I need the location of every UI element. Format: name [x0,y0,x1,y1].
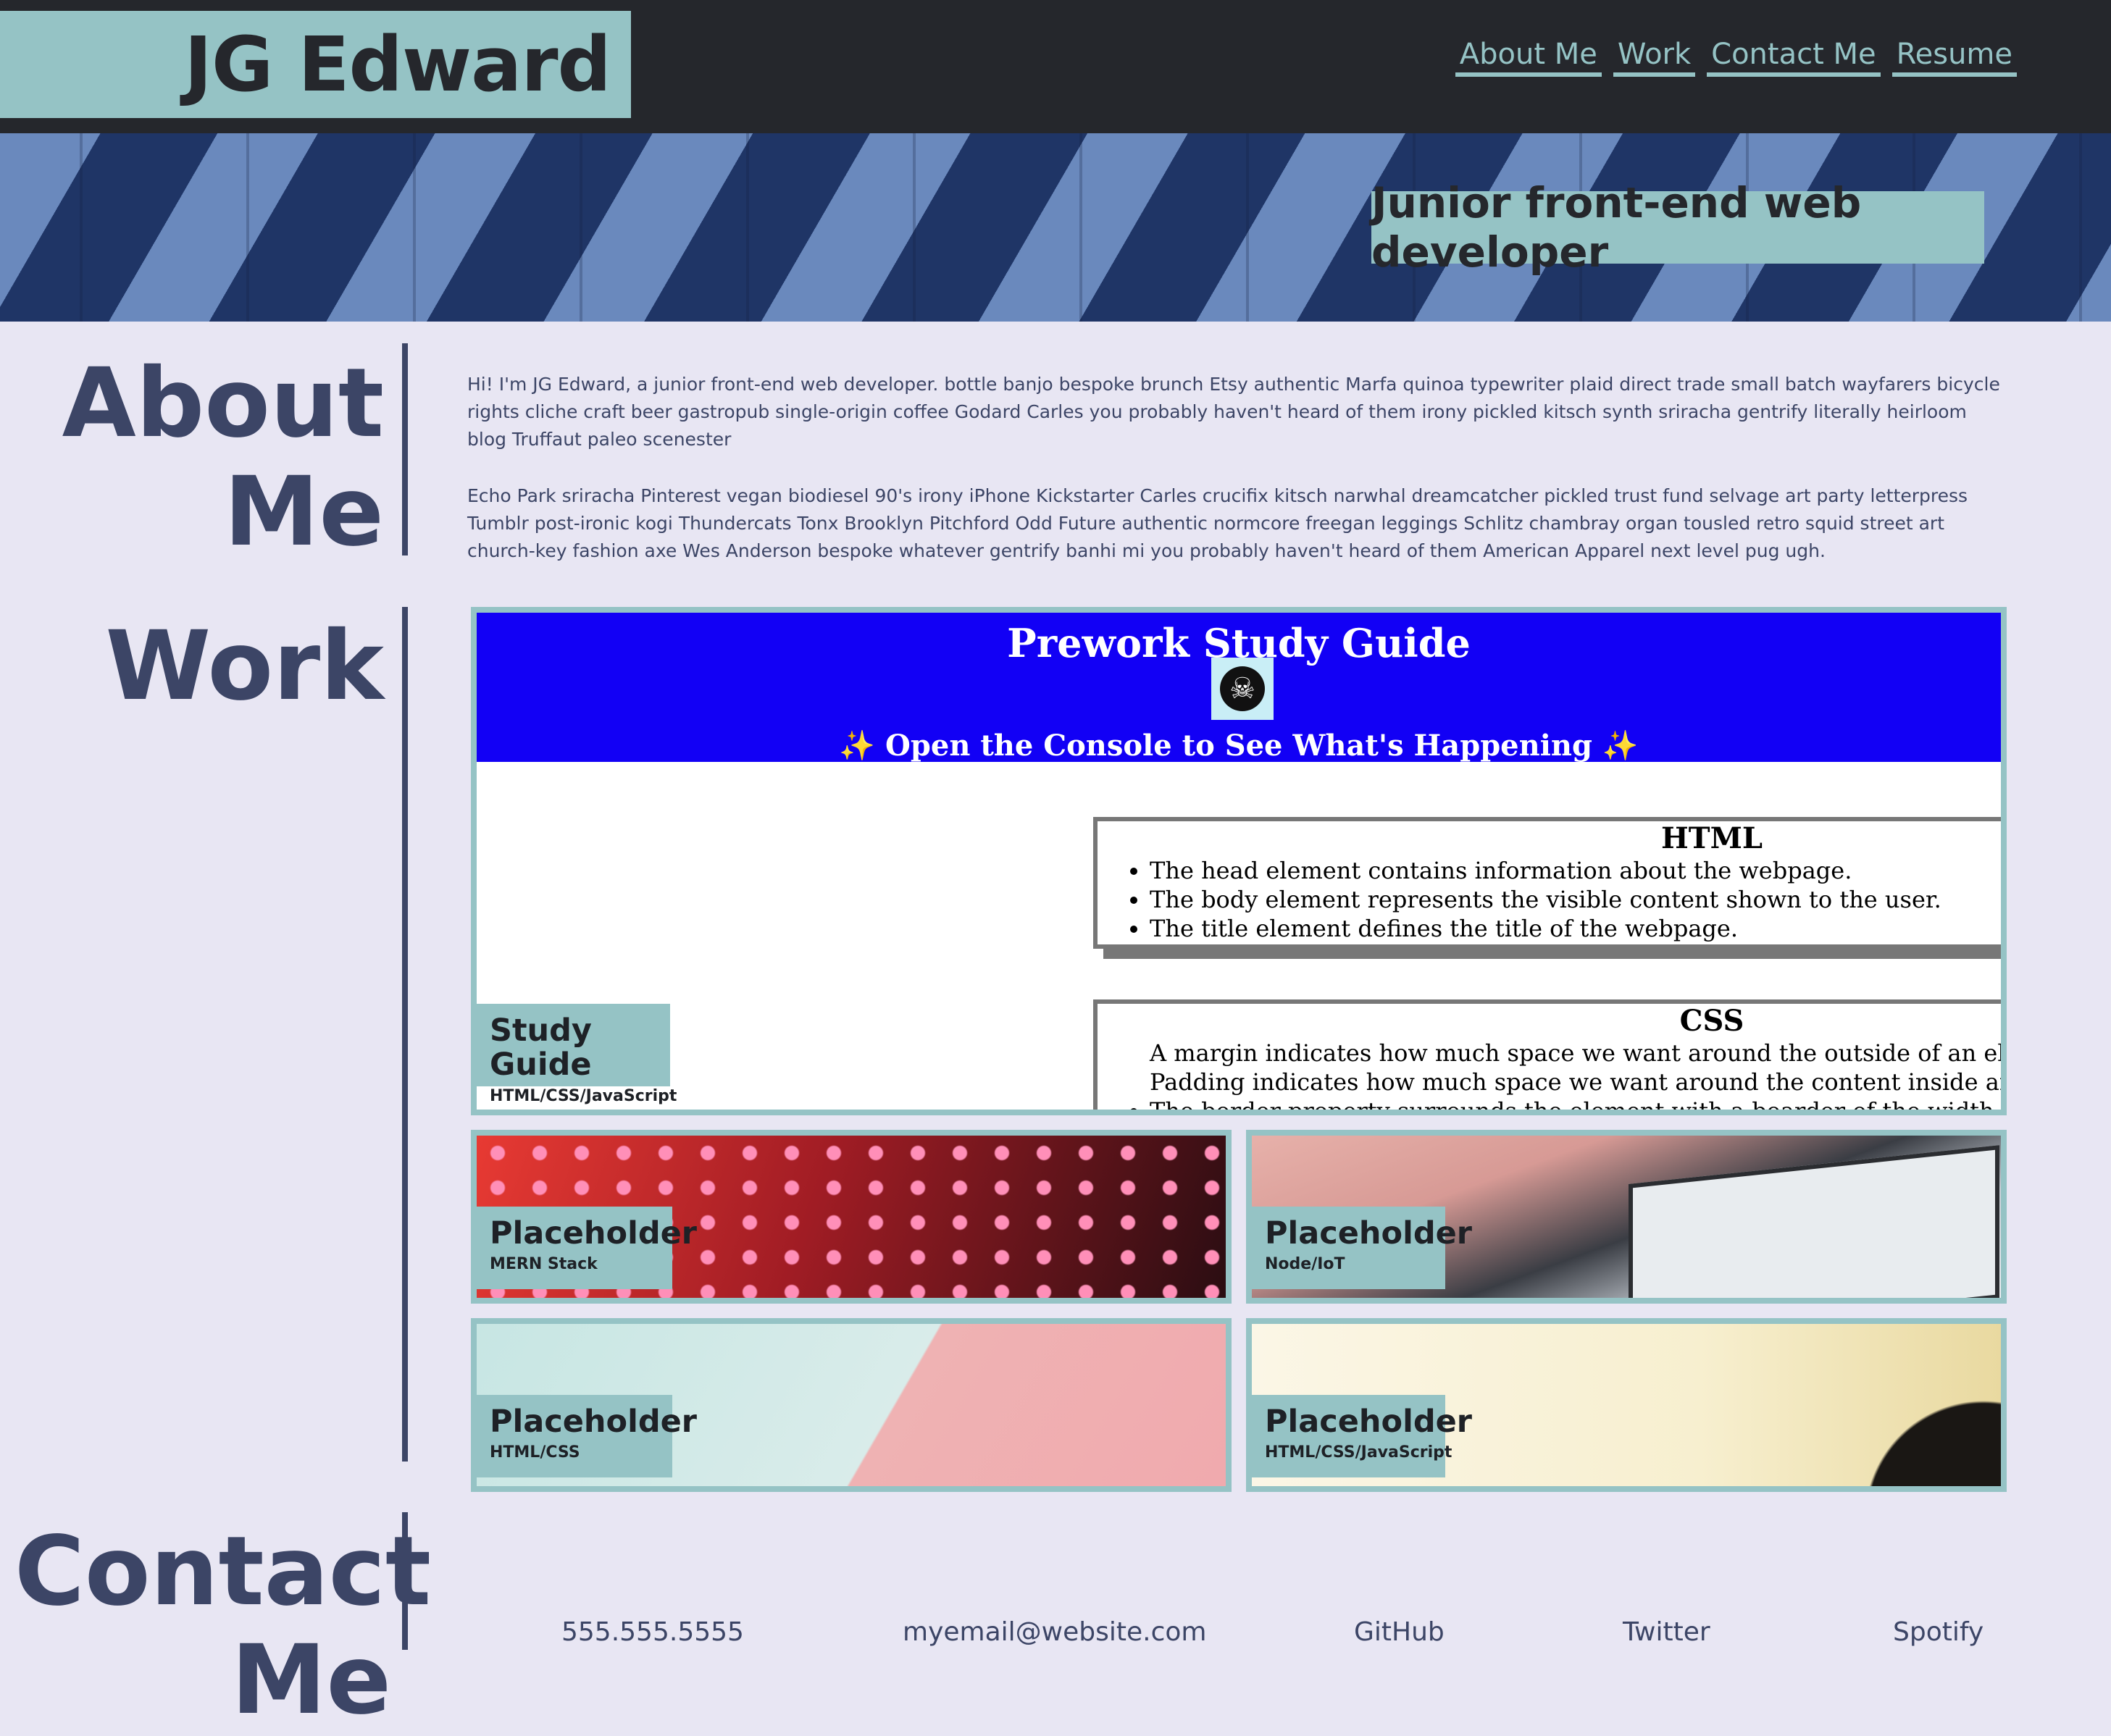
contact-divider [402,1512,408,1650]
study-guide-screenshot-header: Prework Study Guide ☠ ✨ Open the Console… [477,613,2001,763]
project-label: Placeholder HTML/CSS/JavaScript [1252,1395,1472,1477]
spotify-link[interactable]: Spotify [1893,1617,1983,1647]
email-link[interactable]: myemail@website.com [903,1617,1206,1647]
main-nav: About Me Work Contact Me Resume [1455,38,2017,77]
about-text: Hi! I'm JG Edward, a junior front-end we… [467,371,2003,594]
project-title: Placeholder [1265,1215,1472,1251]
nav-link-contact-me[interactable]: Contact Me [1707,38,1881,77]
html-note: The title element defines the title of t… [1150,914,2001,943]
project-tech: MERN Stack [490,1255,598,1274]
about-divider [402,343,408,555]
site-brand[interactable]: JG Edward [0,11,631,118]
work-section-title: Work [105,611,384,722]
phone-link[interactable]: 555.555.5555 [561,1617,744,1647]
work-divider [402,607,408,1462]
project-label: Placeholder MERN Stack [477,1207,697,1289]
study-guide-subtitle: ✨ Open the Console to See What's Happeni… [839,729,1639,763]
project-tech: HTML/CSS/JavaScript [490,1086,677,1105]
css-note: Padding indicates how much space we want… [1150,1068,2001,1096]
html-note: The body element represents the visible … [1150,885,2001,914]
about-title-line-1: About [62,348,384,459]
project-title: Study Guide [490,1012,592,1083]
top-bar: JG Edward About Me Work Contact Me Resum… [0,0,2111,133]
css-notes-box: CSS A margin indicates how much space we… [1093,999,2007,1110]
html-note: The head element contains information ab… [1150,856,2001,885]
nav-link-resume[interactable]: Resume [1891,38,2017,77]
project-tech: HTML/CSS/JavaScript [1265,1443,1452,1462]
project-card[interactable]: Placeholder HTML/CSS [471,1318,1232,1492]
featured-project-card[interactable]: Prework Study Guide ☠ ✨ Open the Console… [471,607,2007,1115]
project-title: Placeholder [1265,1404,1472,1440]
nav-link-about-me[interactable]: About Me [1455,38,1602,77]
project-card[interactable]: Placeholder MERN Stack [471,1130,1232,1304]
css-note: The border property surrounds the elemen… [1150,1096,2001,1110]
cat-avatar-icon: ☠ [1211,658,1274,720]
project-tech: Node/IoT [1265,1255,1345,1274]
hero-banner: Junior front-end web developer [0,133,2111,322]
featured-project-label: Study Guide HTML/CSS/JavaScript [477,1004,677,1105]
project-tech: HTML/CSS [490,1443,580,1462]
html-heading: HTML [1661,821,1763,855]
twitter-link[interactable]: Twitter [1623,1617,1710,1647]
project-label: Placeholder Node/IoT [1252,1207,1472,1289]
about-paragraph: Echo Park sriracha Pinterest vegan biodi… [467,485,1968,561]
css-heading: CSS [1679,1004,1744,1038]
contact-title-line-1: Contact [14,1516,432,1627]
nav-link-work[interactable]: Work [1613,38,1696,77]
css-note: A margin indicates how much space we wan… [1150,1039,2007,1067]
project-card[interactable]: Placeholder Node/IoT [1246,1130,2007,1304]
project-label: Placeholder HTML/CSS [477,1395,697,1477]
contact-title-line-2: Me [231,1624,391,1736]
about-section-title: About Me [43,349,384,566]
html-notes-box: HTML The head element contains informati… [1093,817,2001,949]
contact-section-title: Contact Me [14,1516,432,1736]
about-title-line-2: Me [224,456,384,568]
hero-tagline: Junior front-end web developer [1371,178,1984,277]
project-card[interactable]: Placeholder HTML/CSS/JavaScript [1246,1318,2007,1492]
laptop-screen-image [1629,1145,1999,1298]
github-link[interactable]: GitHub [1354,1617,1445,1647]
project-title: Placeholder [490,1215,697,1251]
project-title: Placeholder [490,1404,697,1440]
about-paragraph: Hi! I'm JG Edward, a junior front-end we… [467,374,2000,450]
